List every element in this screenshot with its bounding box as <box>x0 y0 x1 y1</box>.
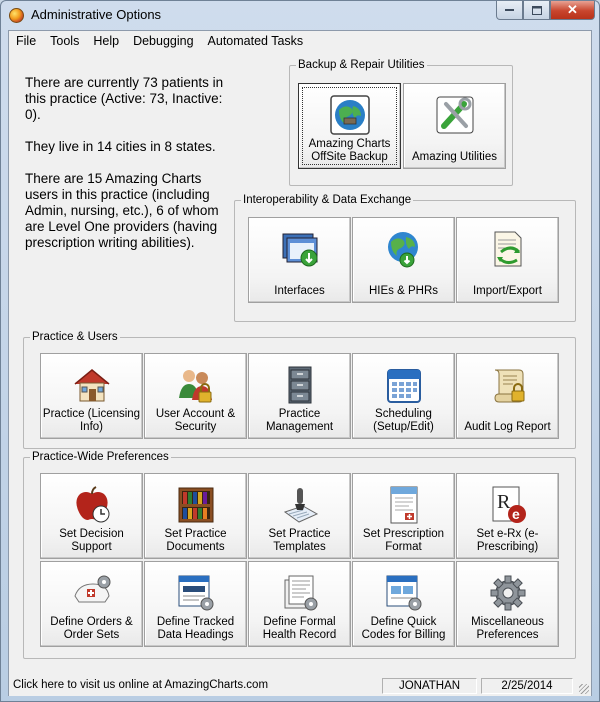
admin-options-window: Administrative Options ✕ File Tools Help… <box>0 0 600 702</box>
set-decision-support-label: Set Decision Support <box>59 528 124 553</box>
gear-icon <box>490 575 526 611</box>
current-date: 2/25/2014 <box>481 678 573 694</box>
current-user: JONATHAN <box>382 678 477 694</box>
menu-bar: File Tools Help Debugging Automated Task… <box>9 31 591 51</box>
backup-repair-legend: Backup & Repair Utilities <box>298 59 425 71</box>
practice-users-legend: Practice & Users <box>32 331 118 343</box>
scheduling-button[interactable]: Scheduling (Setup/Edit) <box>352 353 455 439</box>
minimize-button[interactable] <box>496 1 523 20</box>
import-export-button[interactable]: Import/Export <box>456 217 559 303</box>
bookshelf-icon <box>178 487 214 523</box>
prescription-form-icon <box>390 486 418 524</box>
miscellaneous-preferences-label: Miscellaneous Preferences <box>471 616 544 641</box>
define-quick-codes-label: Define Quick Codes for Billing <box>361 616 446 641</box>
title-bar[interactable]: Administrative Options ✕ <box>1 1 599 30</box>
resize-grip-icon[interactable] <box>579 684 589 694</box>
minimize-icon <box>504 9 514 11</box>
miscellaneous-preferences-button[interactable]: Miscellaneous Preferences <box>456 561 559 647</box>
quick-codes-billing-icon <box>386 575 422 611</box>
practice-management-label: Practice Management <box>265 408 334 433</box>
maximize-icon <box>531 5 542 15</box>
window-controls: ✕ <box>496 1 595 21</box>
erx-icon: R e <box>492 486 526 523</box>
interfaces-button[interactable]: Interfaces <box>248 217 351 303</box>
practice-licensing-label: Practice (Licensing Info) <box>42 408 141 433</box>
define-formal-health-record-button[interactable]: Define Formal Health Record <box>248 561 351 647</box>
user-account-security-button[interactable]: User Account & Security <box>144 353 247 439</box>
users-summary: There are 15 Amazing Charts users in thi… <box>25 171 219 250</box>
set-decision-support-button[interactable]: Set Decision Support <box>40 473 143 559</box>
interoperability-group: Interoperability & Data Exchange Interfa… <box>234 194 576 322</box>
app-logo-icon <box>9 8 24 23</box>
practice-licensing-button[interactable]: Practice (Licensing Info) <box>40 353 143 439</box>
health-record-gear-icon <box>284 575 318 611</box>
amazing-utilities-label: Amazing Utilities <box>412 151 497 163</box>
house-icon <box>74 369 110 402</box>
practice-wide-preferences-legend: Practice-Wide Preferences <box>32 451 169 463</box>
interfaces-icon <box>282 233 318 267</box>
svg-text:R: R <box>497 491 511 513</box>
interoperability-legend: Interoperability & Data Exchange <box>243 194 412 206</box>
interfaces-label: Interfaces <box>274 285 325 297</box>
svg-text:e: e <box>512 506 520 522</box>
set-practice-documents-button[interactable]: Set Practice Documents <box>144 473 247 559</box>
practice-users-group: Practice & Users Practice (Licensing Inf… <box>23 331 576 449</box>
practice-management-button[interactable]: Practice Management <box>248 353 351 439</box>
set-erx-label: Set e-Rx (e-Prescribing) <box>476 528 539 553</box>
amazing-utilities-button[interactable]: Amazing Utilities <box>403 83 506 169</box>
close-button[interactable]: ✕ <box>550 1 595 20</box>
audit-log-report-label: Audit Log Report <box>464 421 551 433</box>
set-erx-button[interactable]: R e Set e-Rx (e-Prescribing) <box>456 473 559 559</box>
define-orders-label: Define Orders & Order Sets <box>50 616 133 641</box>
cities-summary: They live in 14 cities in 8 states. <box>25 139 216 154</box>
patients-summary: There are currently 73 patients in this … <box>25 75 224 122</box>
client-area: File Tools Help Debugging Automated Task… <box>8 30 592 696</box>
menu-automated-tasks[interactable]: Automated Tasks <box>201 31 311 51</box>
tracked-data-window-icon <box>178 575 214 611</box>
nurse-cap-gear-icon <box>74 575 111 603</box>
scroll-lock-icon <box>494 369 525 403</box>
template-stamp-icon <box>283 488 319 523</box>
file-cabinet-icon <box>288 366 312 404</box>
set-practice-documents-label: Set Practice Documents <box>164 528 227 553</box>
menu-debugging[interactable]: Debugging <box>126 31 200 51</box>
status-bar: Click here to visit us online at Amazing… <box>9 677 591 696</box>
tools-icon <box>436 96 474 134</box>
users-lock-icon <box>179 370 212 403</box>
menu-file[interactable]: File <box>9 31 43 51</box>
define-formal-health-record-label: Define Formal Health Record <box>262 616 337 641</box>
audit-log-report-button[interactable]: Audit Log Report <box>456 353 559 439</box>
close-icon: ✕ <box>567 2 578 17</box>
define-tracked-data-label: Define Tracked Data Headings <box>156 616 235 641</box>
scheduling-label: Scheduling (Setup/Edit) <box>373 408 434 433</box>
user-account-security-label: User Account & Security <box>155 408 236 433</box>
define-orders-button[interactable]: Define Orders & Order Sets <box>40 561 143 647</box>
maximize-button[interactable] <box>523 1 550 20</box>
apple-clock-icon <box>76 486 110 523</box>
offsite-backup-button[interactable]: Amazing Charts OffSite Backup <box>298 83 401 169</box>
practice-summary: There are currently 73 patients in this … <box>25 75 235 267</box>
define-tracked-data-button[interactable]: Define Tracked Data Headings <box>144 561 247 647</box>
import-export-icon <box>494 231 522 267</box>
menu-tools[interactable]: Tools <box>43 31 86 51</box>
import-export-label: Import/Export <box>472 285 543 297</box>
hies-phrs-button[interactable]: HIEs & PHRs <box>352 217 455 303</box>
globe-backup-icon <box>330 95 370 135</box>
hies-phrs-label: HIEs & PHRs <box>368 285 438 297</box>
offsite-backup-label: Amazing Charts OffSite Backup <box>308 138 391 163</box>
backup-repair-group: Backup & Repair Utilities Amazing Charts… <box>289 59 513 186</box>
practice-wide-preferences-group: Practice-Wide Preferences Set Decision S… <box>23 451 576 659</box>
menu-help[interactable]: Help <box>86 31 126 51</box>
define-quick-codes-button[interactable]: Define Quick Codes for Billing <box>352 561 455 647</box>
globe-exchange-icon <box>388 232 418 268</box>
set-practice-templates-button[interactable]: Set Practice Templates <box>248 473 351 559</box>
calendar-icon <box>387 369 421 403</box>
website-link[interactable]: Click here to visit us online at Amazing… <box>13 679 268 691</box>
set-prescription-format-button[interactable]: Set Prescription Format <box>352 473 455 559</box>
set-prescription-format-label: Set Prescription Format <box>362 528 445 553</box>
window-title: Administrative Options <box>31 7 162 22</box>
set-practice-templates-label: Set Practice Templates <box>268 528 331 553</box>
